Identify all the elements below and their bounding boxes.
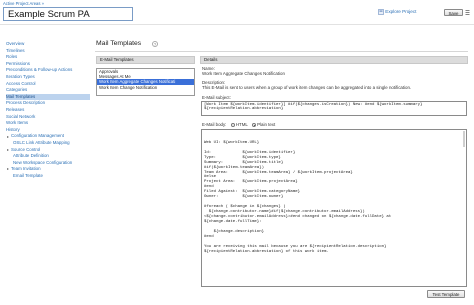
nav-item-history[interactable]: History xyxy=(6,127,90,134)
nav-section-team-invitation[interactable]: Team Invitation xyxy=(6,166,90,173)
scrollbar[interactable] xyxy=(462,131,465,147)
project-name-field[interactable]: Example Scrum PA xyxy=(3,7,133,21)
nav-section-label: Team Invitation xyxy=(11,166,41,172)
nav-item-work-items[interactable]: Work Items xyxy=(6,120,90,127)
nav-item-permissions[interactable]: Permissions xyxy=(6,61,90,68)
nav-item-social-network[interactable]: Social Network xyxy=(6,114,90,121)
explore-project-link[interactable]: Explore Project xyxy=(378,9,416,15)
expand-triangle-icon xyxy=(7,168,9,171)
body-format-row: E-Mail body: HTML Plain text xyxy=(202,122,275,127)
plain-text-radio[interactable] xyxy=(251,122,256,127)
nav-section-configuration-management[interactable]: Configuration Management xyxy=(6,133,90,140)
project-name-text: Example Scrum PA xyxy=(8,8,90,20)
nav-item-timelines[interactable]: Timelines xyxy=(6,48,90,55)
expand-triangle-icon xyxy=(7,148,9,151)
nav-item-overview[interactable]: Overview xyxy=(6,41,90,48)
nav-item-email-template[interactable]: Email Template xyxy=(6,173,90,180)
nav-item-access-control[interactable]: Access Control xyxy=(6,81,90,88)
templates-list[interactable]: Approvals Messages At Me Work Item Aggre… xyxy=(96,68,195,96)
explore-project-icon xyxy=(378,9,384,15)
body-textarea[interactable]: Web UI: ${workItem.URL} Id: ${workItem.i… xyxy=(201,129,467,287)
templates-panel-header: E-Mail Templates xyxy=(96,56,195,64)
nav-item-process-description[interactable]: Process Description xyxy=(6,100,90,107)
nav-item-mail-templates[interactable]: Mail Templates xyxy=(6,93,90,101)
explore-project-label: Explore Project xyxy=(385,9,417,15)
nav-item-releases[interactable]: Releases xyxy=(6,107,90,114)
breadcrumb[interactable]: Active Project Areas » xyxy=(3,1,44,6)
body-label: E-Mail body: xyxy=(202,122,227,127)
nav-section-source-control[interactable]: Source Control xyxy=(6,147,90,154)
body-line: ${recipientRelation.abbreviation} of thi… xyxy=(204,249,329,254)
description-value: This E-Mail is sent to users when a grou… xyxy=(202,85,412,90)
save-button[interactable]: Save xyxy=(444,9,463,16)
expand-triangle-icon xyxy=(7,135,9,138)
nav-item-preconditions[interactable]: Preconditions & Follow-up Actions xyxy=(6,67,90,74)
nav-section-label: Configuration Management xyxy=(11,133,64,139)
header-divider xyxy=(0,24,474,25)
subject-label: E-Mail subject: xyxy=(202,95,231,100)
list-item[interactable]: Work Item Change Notification xyxy=(97,85,194,90)
nav-item-new-workspace-configuration[interactable]: New Workspace Configuration xyxy=(6,160,90,167)
plain-text-radio-label: Plain text xyxy=(257,122,276,127)
test-template-button[interactable]: Test Template xyxy=(427,290,465,298)
details-panel-header: Details xyxy=(200,56,468,64)
nav-item-oslc-link-mapping[interactable]: OSLC Link Attribute Mapping xyxy=(6,140,90,147)
html-radio-label: HTML xyxy=(235,122,248,127)
title-divider xyxy=(95,51,468,52)
nav-section-label: Source Control xyxy=(11,146,41,152)
help-icon[interactable]: ? xyxy=(152,41,158,47)
page-title: Mail Templates xyxy=(96,40,142,47)
menu-icon xyxy=(465,10,470,15)
name-value: Work Item Aggregate Changes Notification xyxy=(202,71,285,76)
more-actions-button[interactable] xyxy=(465,9,470,16)
html-radio[interactable] xyxy=(230,122,235,127)
nav-item-iteration-types[interactable]: Iteration Types xyxy=(6,74,90,81)
left-nav: Overview Timelines Roles Permissions Pre… xyxy=(6,41,90,179)
save-button-label: Save xyxy=(444,9,463,16)
nav-item-roles[interactable]: Roles xyxy=(6,54,90,61)
nav-item-categories[interactable]: Categories xyxy=(6,87,90,94)
nav-item-attribute-definition[interactable]: Attribute Definition xyxy=(6,153,90,160)
subject-input[interactable]: [Work Item ${workItem.identifier}] #if($… xyxy=(201,101,467,116)
